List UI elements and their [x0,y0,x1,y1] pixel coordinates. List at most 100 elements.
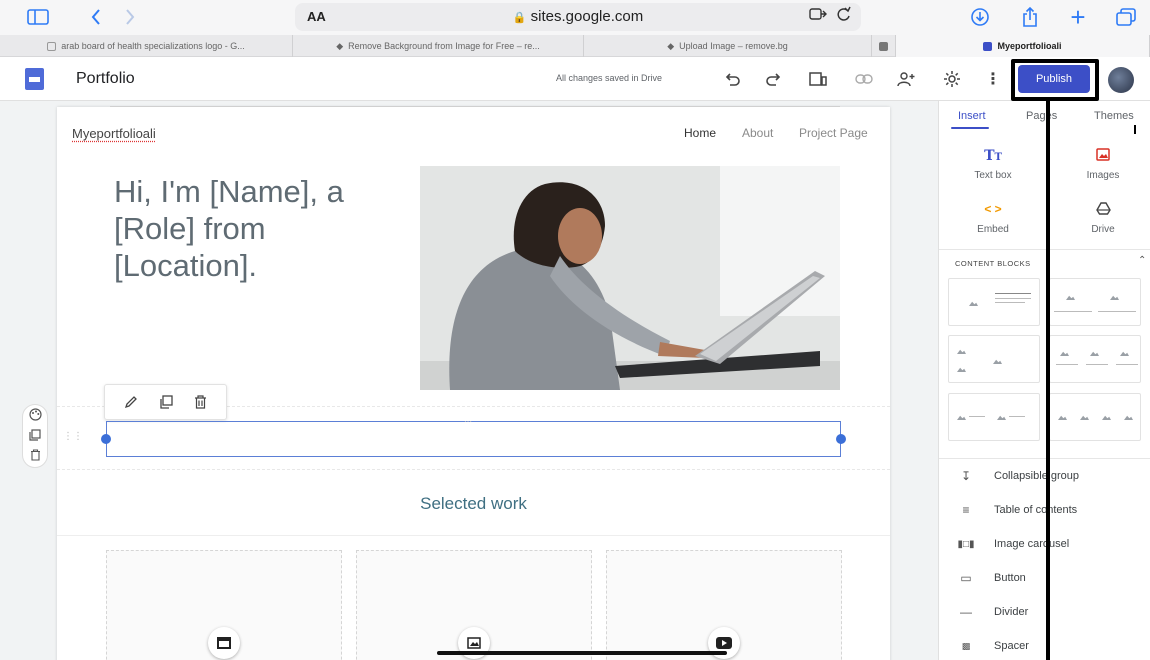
insert-spacer[interactable]: ▩ Spacer [955,637,1029,655]
insert-label: Embed [977,224,1009,235]
tab-insert[interactable]: Insert [958,110,986,122]
tab-themes[interactable]: Themes [1094,110,1134,122]
hero-heading[interactable]: Hi, I'm [Name], a [Role] from [Location]… [114,173,414,284]
block-image-icon [1110,294,1119,300]
block-line [995,302,1025,303]
drag-handle-icon[interactable]: ⋯ [464,417,472,426]
content-block-image-collage[interactable] [948,335,1040,383]
section-title[interactable]: Selected work [57,494,890,514]
list-item-label: Table of contents [994,504,1077,516]
tab-overview-icon[interactable] [1114,6,1138,28]
placeholder-card[interactable] [606,550,842,660]
sites-header: Portfolio All changes saved in Drive ⋮ P… [0,57,1150,101]
drive-icon [1063,202,1143,218]
extension-icon[interactable] [809,7,827,24]
remove-bg-favicon-icon: ◆ [336,41,343,52]
site-document-title[interactable]: Portfolio [76,70,135,88]
content-block-image-text[interactable] [948,278,1040,326]
redo-icon[interactable] [763,68,785,90]
browser-tab[interactable]: arab board of health specializations log… [0,35,293,57]
more-options-icon[interactable]: ⋮ [982,68,1004,90]
browser-tab-bar: arab board of health specializations log… [0,35,1150,57]
block-line [1116,364,1138,365]
nav-about[interactable]: About [742,126,773,140]
content-block-two-images[interactable] [1049,278,1141,326]
nav-home[interactable]: Home [684,126,716,140]
palette-icon[interactable] [29,408,42,424]
browser-tab[interactable]: ◆ Upload Image – remove.bg [584,35,872,57]
resize-handle-left[interactable] [101,434,111,444]
duplicate-icon[interactable] [155,391,177,413]
browser-tab-compact[interactable] [872,35,896,57]
save-status: All changes saved in Drive [556,73,662,83]
block-line [1054,311,1092,312]
insert-divider[interactable]: — Divider [955,603,1028,621]
duplicate-section-icon[interactable] [29,429,41,444]
list-item-label: Spacer [994,640,1029,652]
tab-label: Myeportfolioali [997,41,1061,51]
collapse-chevron-icon[interactable]: ⌃ [1138,255,1146,266]
insert-images[interactable]: Images [1063,148,1143,181]
selected-empty-block[interactable]: ⋯ [106,421,841,457]
hero-image[interactable] [420,166,840,390]
insert-table-of-contents[interactable]: ≡ Table of contents [955,501,1077,519]
delete-section-icon[interactable] [30,449,41,464]
insert-collapsible-group[interactable]: ↧ Collapsible group [955,467,1079,485]
account-avatar[interactable] [1108,67,1134,93]
share-icon[interactable] [1018,6,1042,28]
section-drag-icon[interactable]: ⋮⋮ [63,431,83,442]
site-name[interactable]: Myeportfolioali [72,126,156,141]
placeholder-card[interactable] [356,550,592,660]
nav-project-page[interactable]: Project Page [799,126,868,140]
block-line [1098,311,1136,312]
block-line [995,293,1031,294]
url-text[interactable]: 🔒 sites.google.com [295,8,861,25]
block-image-icon [957,414,966,420]
reload-icon[interactable] [837,6,851,27]
download-icon[interactable] [968,6,992,28]
image-icon [1063,148,1143,164]
list-item-label: Collapsible group [994,470,1079,482]
sites-logo-icon[interactable] [25,68,44,90]
insert-drive[interactable]: Drive [1063,202,1143,235]
browser-tab[interactable]: ◆ Remove Background from Image for Free –… [293,35,584,57]
browser-tab-active[interactable]: Myeportfolioali [896,35,1150,57]
preview-icon[interactable] [807,68,829,90]
text-box-icon: TT [953,148,1033,164]
delete-icon[interactable] [190,391,212,413]
insert-panel: Insert Pages Themes TT Text box Images <… [938,101,1150,660]
settings-icon[interactable] [941,68,963,90]
list-item-label: Divider [994,606,1028,618]
block-image-icon [993,358,1002,364]
insert-text-box[interactable]: TT Text box [953,148,1033,181]
forward-icon[interactable] [122,6,138,28]
link-icon[interactable] [853,68,875,90]
content-block-image-text-pairs[interactable] [948,393,1040,441]
sidebar-toggle-icon[interactable] [26,6,50,28]
share-with-others-icon[interactable] [895,68,917,90]
layout-placeholder-icon[interactable] [208,627,240,659]
panel-divider [939,249,1150,250]
tab-label: arab board of health specializations log… [61,41,245,51]
back-icon[interactable] [88,6,104,28]
block-line [995,298,1031,299]
favicon-icon [879,42,888,51]
insert-embed[interactable]: < > Embed [953,202,1033,235]
woman-laptop-illustration [420,166,840,390]
content-block-three-images[interactable] [1049,335,1141,383]
insert-button[interactable]: ▭ Button [955,569,1026,587]
resize-handle-right[interactable] [836,434,846,444]
pencil-icon[interactable] [120,391,142,413]
spacer-icon: ▩ [955,641,977,652]
tab-pages[interactable]: Pages [1026,110,1057,122]
new-tab-icon[interactable]: + [1066,6,1090,28]
block-image-icon [1120,350,1129,356]
button-icon: ▭ [955,571,977,585]
insert-label: Images [1087,170,1120,181]
placeholder-card[interactable] [106,550,342,660]
undo-icon[interactable] [721,68,743,90]
home-indicator [437,651,727,655]
content-block-four-images[interactable] [1049,393,1141,441]
insert-image-carousel[interactable]: ▮□▮ Image carousel [955,535,1069,553]
address-bar[interactable]: AA 🔒 sites.google.com [295,3,861,31]
